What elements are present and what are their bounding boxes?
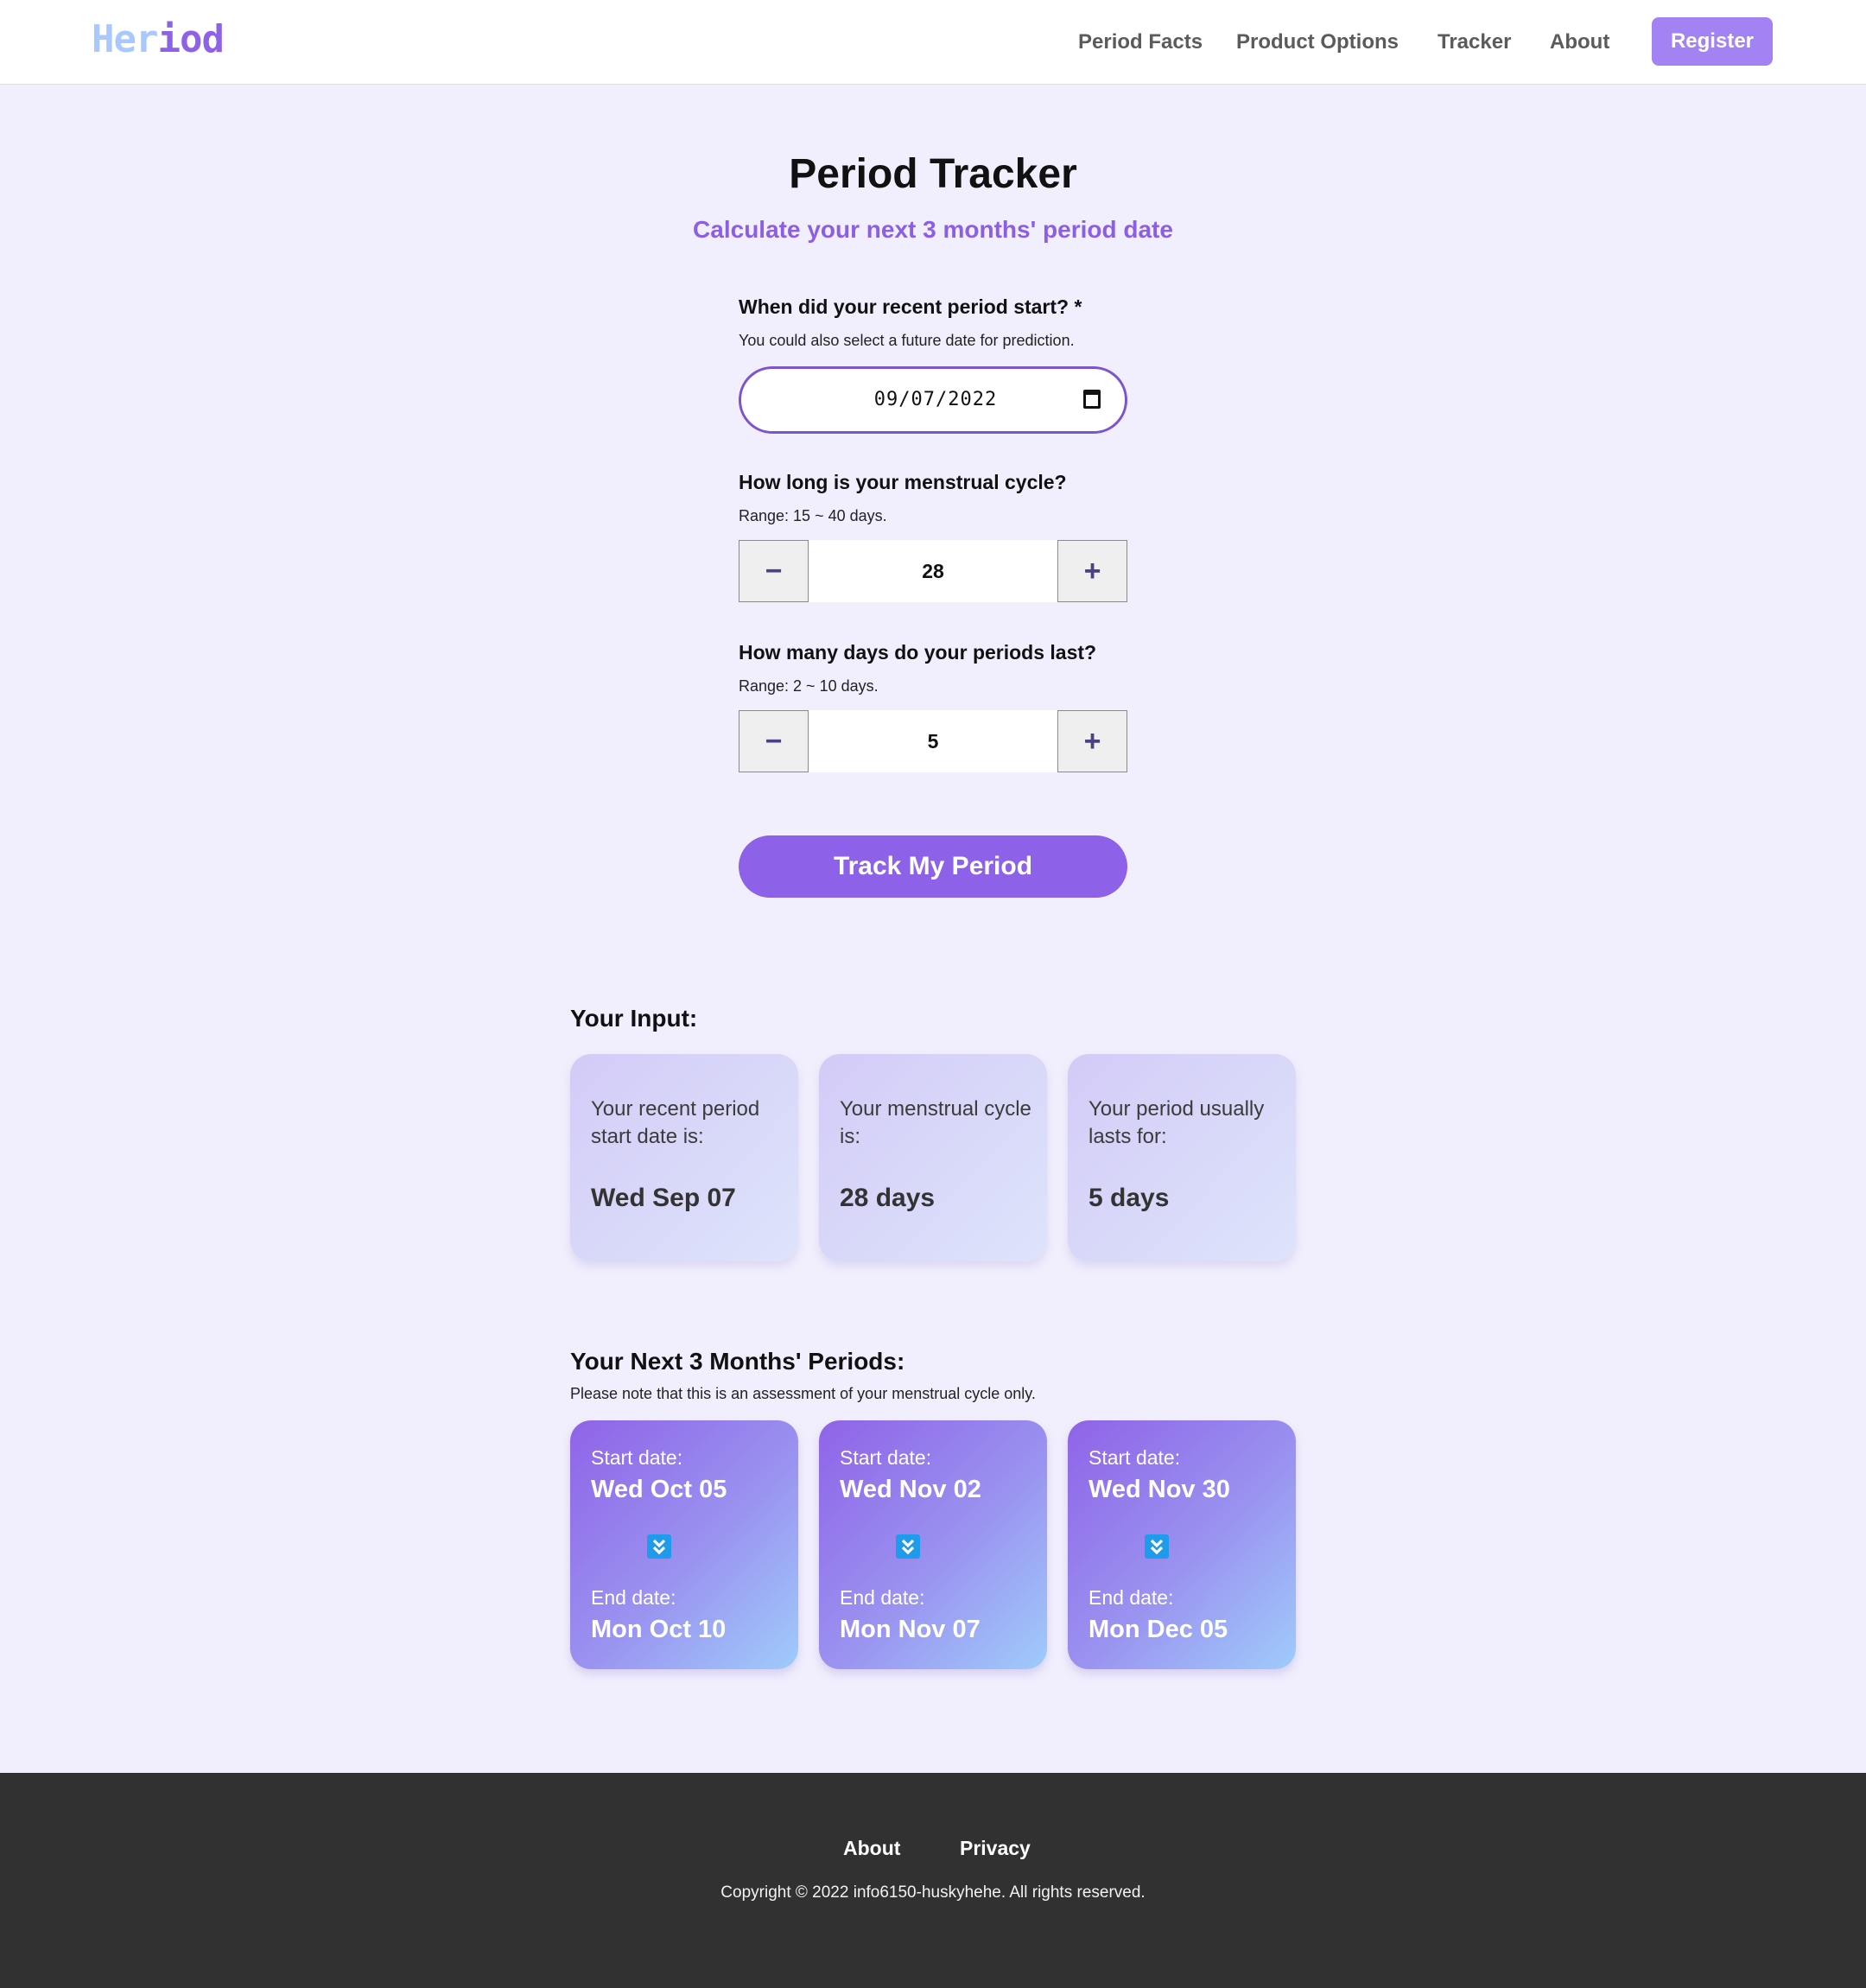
start-date-label: Start date:	[591, 1446, 683, 1469]
input-card-value: Wed Sep 07	[591, 1184, 736, 1212]
footer-about-link[interactable]: About	[843, 1835, 900, 1861]
nav-about[interactable]: About	[1550, 29, 1609, 55]
page-title: Period Tracker	[789, 151, 1077, 197]
cycle-length-hint: Range: 15 ~ 40 days.	[739, 507, 887, 524]
start-date-input[interactable]: 09/07/2022	[739, 366, 1127, 434]
double-chevron-down-icon	[1145, 1534, 1169, 1559]
end-date-value: Mon Nov 07	[840, 1616, 981, 1643]
logo-part-2: iod	[157, 17, 224, 61]
period-card-3: Start date: Wed Nov 30 End date: Mon Dec…	[1068, 1420, 1296, 1669]
nav-period-facts[interactable]: Period Facts	[1078, 29, 1203, 55]
cycle-length-stepper: − 28 +	[739, 540, 1127, 602]
logo-part-1: Her	[92, 17, 158, 61]
input-card-label: Your period usually lasts for:	[1088, 1097, 1265, 1148]
cycle-increment-button[interactable]: +	[1057, 540, 1127, 602]
start-date-value: 09/07/2022	[873, 389, 998, 410]
end-date-label: End date:	[840, 1586, 925, 1609]
track-my-period-button[interactable]: Track My Period	[739, 835, 1127, 898]
input-card-label: Your recent period start date is:	[591, 1097, 760, 1148]
start-date-value: Wed Nov 30	[1088, 1476, 1230, 1503]
start-date-value: Wed Oct 05	[591, 1476, 727, 1503]
end-date-label: End date:	[1088, 1586, 1174, 1609]
input-card-label: Your menstrual cycle is:	[840, 1097, 1031, 1148]
top-navbar: Heriod Period Facts Product Options Trac…	[0, 0, 1866, 85]
period-card-2: Start date: Wed Nov 02 End date: Mon Nov…	[819, 1420, 1047, 1669]
input-card-start-date: Your recent period start date is: Wed Se…	[570, 1054, 798, 1261]
footer-privacy-link[interactable]: Privacy	[960, 1835, 1031, 1861]
end-date-value: Mon Oct 10	[591, 1616, 727, 1643]
nav-tracker[interactable]: Tracker	[1438, 29, 1511, 55]
period-increment-button[interactable]: +	[1057, 710, 1127, 772]
footer: About Privacy Copyright © 2022 info6150-…	[0, 1773, 1866, 1988]
page-subtitle: Calculate your next 3 months' period dat…	[693, 216, 1173, 243]
period-length-value[interactable]: 5	[809, 710, 1057, 772]
cycle-decrement-button[interactable]: −	[739, 540, 809, 602]
copyright: Copyright © 2022 info6150-huskyhehe. All…	[720, 1883, 1146, 1902]
period-card-1: Start date: Wed Oct 05 End date: Mon Oct…	[570, 1420, 798, 1669]
double-chevron-down-icon	[647, 1534, 671, 1559]
start-date-label: Start date:	[840, 1446, 932, 1469]
period-decrement-button[interactable]: −	[739, 710, 809, 772]
start-date-value: Wed Nov 02	[840, 1476, 981, 1503]
end-date-label: End date:	[591, 1586, 676, 1609]
register-button[interactable]: Register	[1652, 17, 1773, 66]
start-date-label: Start date:	[1088, 1446, 1181, 1469]
input-card-duration: Your period usually lasts for: 5 days	[1068, 1054, 1296, 1261]
calendar-icon[interactable]	[1083, 390, 1101, 409]
end-date-value: Mon Dec 05	[1088, 1616, 1228, 1643]
input-card-value: 28 days	[840, 1184, 936, 1212]
period-length-stepper: − 5 +	[739, 710, 1127, 772]
next-periods-note: Please note that this is an assessment o…	[570, 1385, 1036, 1402]
start-date-label: When did your recent period start? *	[739, 295, 1082, 318]
input-card-value: 5 days	[1088, 1184, 1170, 1212]
your-input-title: Your Input:	[570, 1005, 698, 1032]
period-length-hint: Range: 2 ~ 10 days.	[739, 677, 879, 695]
nav-product-options[interactable]: Product Options	[1236, 29, 1399, 55]
double-chevron-down-icon	[896, 1534, 920, 1559]
next-periods-title: Your Next 3 Months' Periods:	[570, 1348, 905, 1375]
start-date-hint: You could also select a future date for …	[739, 332, 1075, 349]
logo[interactable]: Heriod	[92, 17, 225, 62]
input-card-cycle: Your menstrual cycle is: 28 days	[819, 1054, 1047, 1261]
cycle-length-value[interactable]: 28	[809, 540, 1057, 602]
period-length-label: How many days do your periods last?	[739, 641, 1097, 664]
cycle-length-label: How long is your menstrual cycle?	[739, 471, 1067, 493]
